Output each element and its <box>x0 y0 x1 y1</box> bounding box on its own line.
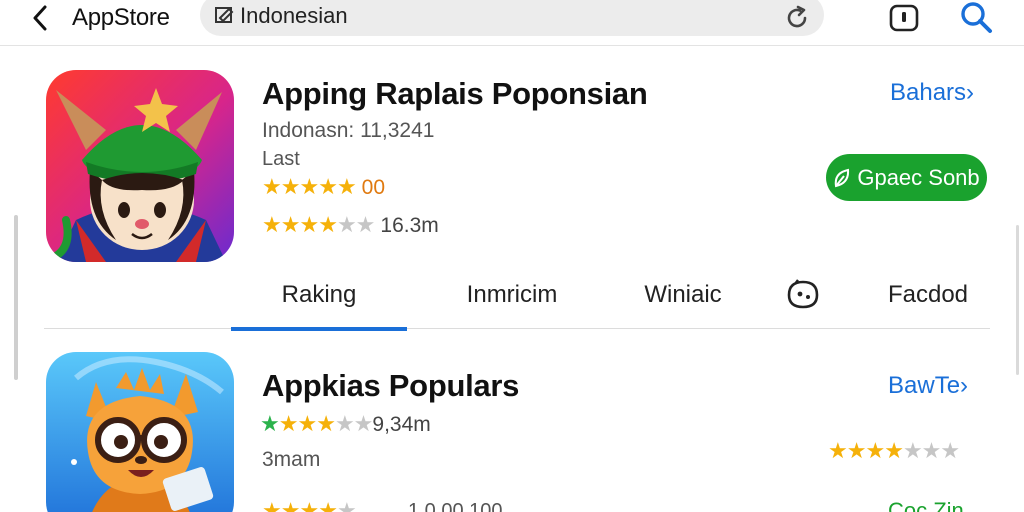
star-icon: ★ <box>262 498 282 512</box>
star-icon: ★ <box>336 498 357 512</box>
edit-icon <box>215 7 234 23</box>
tab-inmricim[interactable]: Inmricim <box>444 262 580 328</box>
star-icon: ★ <box>921 438 942 463</box>
star-icon: ★ <box>260 411 280 436</box>
star-icon: ★ <box>902 438 923 463</box>
star-icon: ★ <box>318 174 338 199</box>
featured-rating-top-value: 00 <box>361 175 386 199</box>
star-icon: ★ <box>299 174 319 199</box>
tab-label: Winiaic <box>644 281 722 308</box>
featured-app-icon[interactable] <box>46 70 234 262</box>
popular-link-label: BawTe <box>888 372 961 399</box>
star-icon: ★ <box>884 438 904 463</box>
category-tab-bar: Raking Inmricim Winiaic Facdod <box>44 262 990 331</box>
star-icon: ★ <box>280 212 301 237</box>
star-icon: ★ <box>278 411 299 436</box>
search-input[interactable] <box>240 2 760 30</box>
star-icon: ★ <box>280 174 301 199</box>
star-icon: ★ <box>846 438 867 463</box>
chevron-left-icon <box>33 5 47 31</box>
left-scrollbar[interactable] <box>14 215 18 380</box>
popular-link[interactable]: BawTe› <box>888 372 968 400</box>
star-icon: ★ <box>334 411 355 436</box>
star-icon: ★ <box>316 411 336 436</box>
chevron-right-icon: › <box>960 372 969 399</box>
popular-rating-value: 9,34m <box>372 412 431 436</box>
star-icon: ★ <box>297 411 317 436</box>
popular-bottom-meta: 1 0 00 100 <box>408 500 503 512</box>
star-icon: ★ <box>355 212 376 237</box>
star-icon: ★ <box>336 174 357 199</box>
star-icon: ★ <box>336 212 357 237</box>
featured-app-meta: Last <box>262 148 300 170</box>
install-button-label: Gpaec Sonb <box>857 164 980 190</box>
popular-bottom-link[interactable]: Coc Zin <box>888 498 964 512</box>
search-field[interactable] <box>200 0 824 36</box>
featured-rating-bottom: ★ ★ ★ ★ ★ ★ 16.3m <box>262 214 439 236</box>
star-icon: ★ <box>828 438 848 463</box>
featured-rating-bottom-value: 16.3m <box>380 213 439 237</box>
star-icon: ★ <box>299 498 319 512</box>
popular-section-title[interactable]: Appkias Populars <box>262 368 519 404</box>
tab-label: Raking <box>281 281 357 308</box>
star-icon: ★ <box>353 411 374 436</box>
star-icon: ★ <box>262 212 282 237</box>
top-bar: AppStore <box>0 0 1024 46</box>
featured-rating-top: ★ ★ ★ ★ ★ 00 <box>262 176 385 198</box>
star-icon: ★ <box>299 212 319 237</box>
tab-ranking[interactable]: Raking <box>231 262 407 331</box>
tabs-button[interactable] <box>888 3 920 33</box>
chat-bubble-icon <box>787 279 819 309</box>
tab-winiaic[interactable]: Winiaic <box>620 262 746 328</box>
right-scrollbar[interactable] <box>1016 225 1019 375</box>
star-icon: ★ <box>940 438 960 463</box>
reload-button[interactable] <box>782 3 812 33</box>
tabs-icon <box>889 4 919 32</box>
star-icon: ★ <box>318 212 338 237</box>
featured-link[interactable]: Bahars› <box>890 79 974 107</box>
star-icon: ★ <box>262 174 282 199</box>
search-button[interactable] <box>958 0 994 36</box>
popular-right-rating: ★ ★ ★ ★ ★ ★ ★ <box>828 438 960 463</box>
tab-chat[interactable] <box>778 262 828 328</box>
chevron-right-icon: › <box>966 79 975 106</box>
search-icon <box>961 2 992 33</box>
reload-icon <box>787 5 807 28</box>
tab-label: Facdod <box>887 281 969 308</box>
star-icon: ★ <box>280 498 301 512</box>
star-icon: ★ <box>865 438 885 463</box>
star-icon: ★ <box>318 498 338 512</box>
tab-facdod[interactable]: Facdod <box>880 262 976 328</box>
popular-rating: ★ ★ ★ ★ ★ ★ 9,34m <box>260 413 431 435</box>
featured-app-subtitle: Indonasn: 11,3241 <box>262 119 435 142</box>
back-button[interactable] <box>24 2 56 34</box>
app-store-title: AppStore <box>72 4 170 31</box>
tab-label: Inmricim <box>466 281 558 308</box>
leaf-icon <box>835 168 850 187</box>
popular-app-icon[interactable] <box>46 352 234 512</box>
popular-bottom-rating: ★ ★ ★ ★ ★ <box>262 498 357 512</box>
popular-meta: 3mam <box>262 448 321 471</box>
featured-link-label: Bahars <box>890 79 967 106</box>
featured-app-name[interactable]: Apping Raplais Poponsian <box>262 76 648 112</box>
install-button[interactable]: Gpaec Sonb <box>826 154 987 201</box>
